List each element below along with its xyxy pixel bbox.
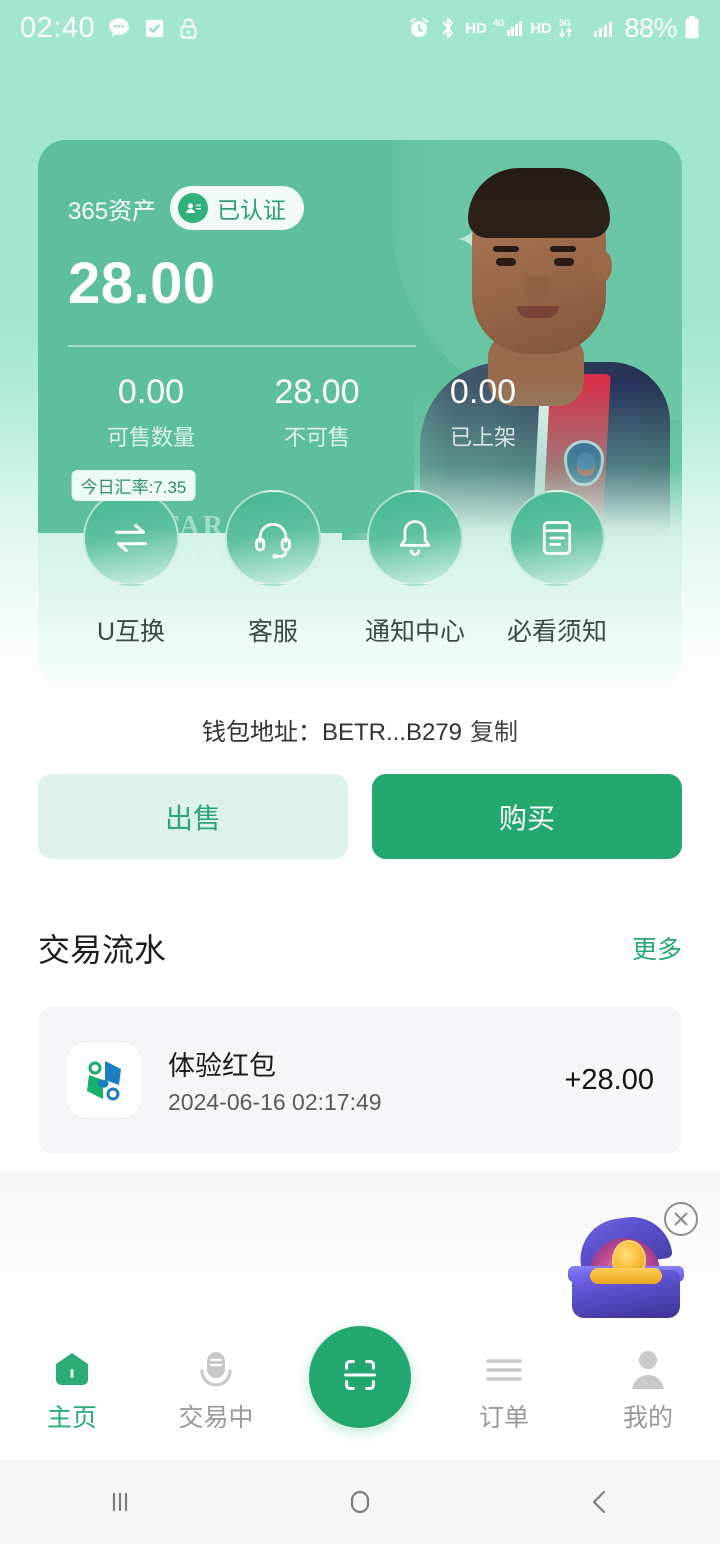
checkbox-icon: [143, 17, 166, 40]
tab-home[interactable]: 主页: [0, 1342, 144, 1434]
status-bar: 02:40 HD 4G HD 5G 88%: [0, 0, 720, 56]
wallet-address-row: 钱包地址：BETR...B279 复制: [0, 712, 720, 747]
bell-icon: [367, 490, 463, 587]
list-icon: [432, 1342, 576, 1398]
stat-label: 已上架: [449, 425, 516, 451]
status-bar-right: HD 4G HD 5G 88%: [407, 13, 700, 44]
transactions-more-link[interactable]: 更多: [632, 930, 682, 966]
stat-value: 0.00: [117, 373, 185, 411]
back-chevron-icon[interactable]: [480, 1485, 720, 1519]
hd-label-1: HD: [465, 19, 487, 37]
status-bar-clock: 02:40: [20, 11, 96, 44]
svg-text:5G: 5G: [559, 18, 571, 28]
treasure-chest-promo[interactable]: [568, 1196, 708, 1326]
id-card-icon: [178, 193, 209, 223]
app-screen: 02:40 HD 4G HD 5G 88% AIRWAYS 365资产 已认证 …: [0, 0, 720, 1544]
trade-actions-row: 出售 购买: [38, 774, 682, 859]
bottom-tab-bar: 主页 交易中 订单 我的: [0, 1324, 720, 1460]
signal-bars-icon: [593, 17, 615, 39]
headset-icon: [225, 490, 321, 587]
message-icon: [106, 15, 132, 41]
android-navigation-bar: [0, 1460, 720, 1544]
scan-button[interactable]: [309, 1326, 411, 1428]
transactions-header: 交易流水 更多: [38, 925, 682, 971]
battery-percent-label: 88%: [624, 12, 677, 43]
home-icon: [0, 1342, 144, 1398]
action-label: 通知中心: [364, 618, 465, 647]
hd-label-2: HD: [530, 19, 552, 37]
brand-row: 365资产 已认证: [38, 140, 682, 230]
wallet-address-prefix: 钱包地址：: [201, 719, 322, 746]
stat-value: 0.00: [449, 373, 517, 411]
transaction-date: 2024-06-16 02:17:49: [168, 1089, 382, 1115]
card-content: 365资产 已认证 28.00 0.00 可售数量 28.00 不可售 0.00…: [38, 140, 682, 648]
status-bar-left: 02:40: [20, 11, 200, 44]
person-icon: [576, 1342, 720, 1398]
asset-summary-card: QATAR AIRWAYS 365资产 已认证 28.00 0.00 可售: [38, 140, 682, 688]
document-icon: [509, 490, 605, 587]
signal-5g-icon: 5G: [558, 16, 586, 40]
tab-profile[interactable]: 我的: [576, 1342, 720, 1434]
alarm-icon: [407, 16, 431, 40]
action-notifications[interactable]: 通知中心: [344, 490, 486, 648]
recents-icon[interactable]: [0, 1485, 240, 1519]
action-customer-service[interactable]: 客服: [202, 490, 344, 648]
quick-actions-row: 今日汇率:7.35 U互换 客服 通知中心 必看须知: [38, 452, 682, 648]
buy-button[interactable]: 购买: [372, 774, 682, 859]
tab-label: 我的: [622, 1404, 673, 1432]
transactions-title: 交易流水: [38, 932, 167, 968]
tab-label: 交易中: [178, 1404, 254, 1432]
stat-sellable: 0.00 可售数量: [68, 373, 234, 452]
action-must-read[interactable]: 必看须知: [486, 490, 628, 648]
lock-icon: [177, 16, 200, 41]
stat-label: 不可售: [283, 425, 350, 451]
action-label: 必看须知: [506, 618, 607, 647]
signal-4g-icon: 4G: [493, 16, 523, 40]
transaction-name: 体验红包: [168, 1051, 276, 1081]
tab-label: 主页: [46, 1404, 97, 1432]
close-icon[interactable]: [664, 1202, 698, 1236]
sell-button[interactable]: 出售: [38, 774, 348, 859]
total-balance-value: 28.00: [68, 251, 216, 316]
swap-icon: [83, 490, 179, 587]
tab-orders[interactable]: 订单: [432, 1342, 576, 1434]
transaction-row[interactable]: 体验红包 2024-06-16 02:17:49 +28.00: [38, 1006, 682, 1154]
svg-text:4G: 4G: [493, 18, 505, 28]
app-logo-icon: [66, 1042, 142, 1118]
brand-name-label: 365资产: [68, 197, 157, 225]
mic-icon: [144, 1342, 288, 1398]
transaction-info: 体验红包 2024-06-16 02:17:49: [168, 1044, 564, 1116]
exchange-rate-badge: 今日汇率:7.35: [71, 470, 196, 502]
copy-address-button[interactable]: 复制: [470, 719, 518, 746]
stat-value: 28.00: [274, 373, 360, 411]
action-u-swap[interactable]: 今日汇率:7.35 U互换: [60, 470, 202, 648]
stat-unsellable: 28.00 不可售: [234, 373, 400, 452]
transaction-amount: +28.00: [564, 1063, 654, 1096]
action-label: 客服: [247, 618, 298, 647]
stat-listed: 0.00 已上架: [400, 373, 566, 452]
stat-label: 可售数量: [106, 425, 195, 451]
battery-icon: [684, 15, 700, 41]
bluetooth-icon: [438, 16, 458, 40]
asset-stats-row: 0.00 可售数量 28.00 不可售 0.00 已上架: [38, 347, 682, 452]
tab-trading[interactable]: 交易中: [144, 1342, 288, 1434]
scan-icon: [337, 1352, 383, 1403]
home-circle-icon[interactable]: [240, 1485, 480, 1519]
wallet-address-value: BETR...B279: [321, 719, 463, 746]
verified-label: 已认证: [217, 197, 287, 223]
action-label: U互换: [96, 618, 166, 647]
verified-badge[interactable]: 已认证: [170, 186, 305, 230]
tab-label: 订单: [478, 1404, 529, 1432]
treasure-chest-icon: [568, 1211, 684, 1322]
